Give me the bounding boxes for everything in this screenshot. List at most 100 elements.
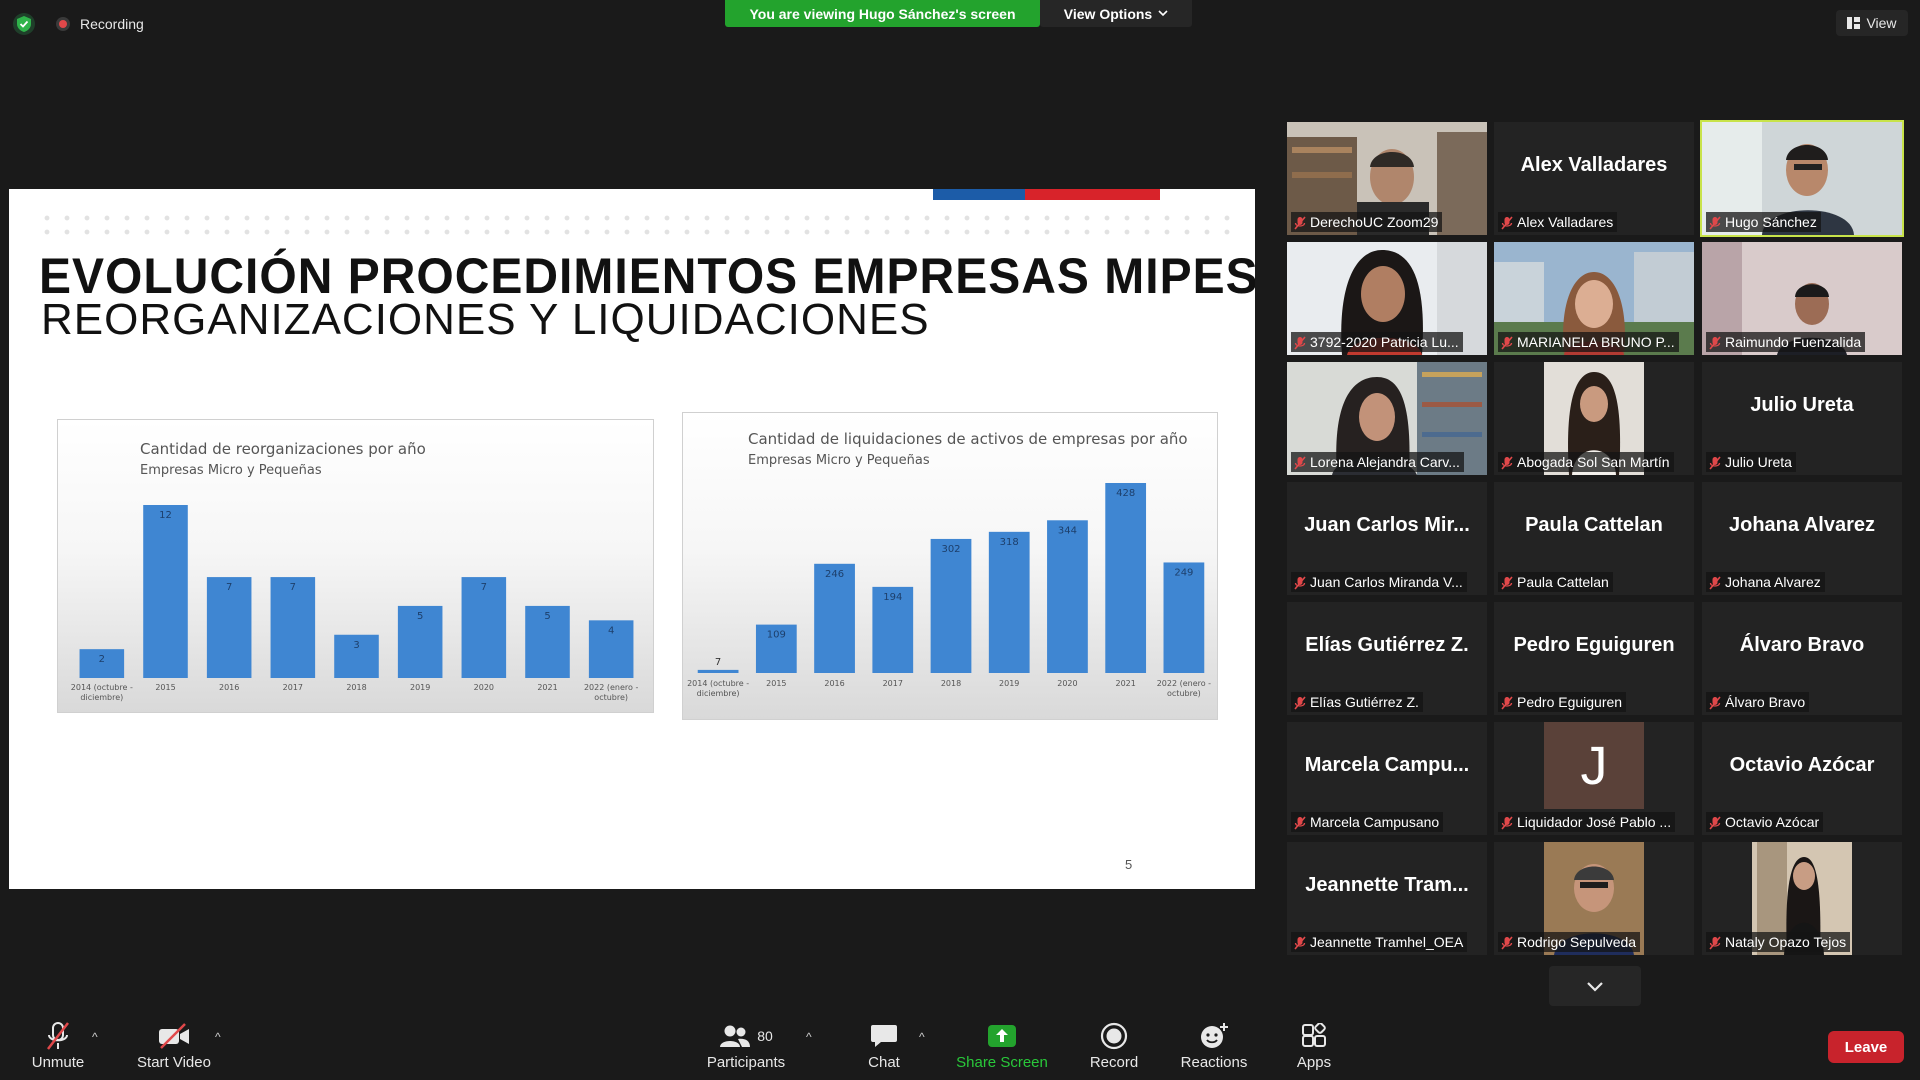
start-video-button[interactable]: Start Video: [132, 1018, 216, 1071]
chat-bubble-icon: [871, 1025, 897, 1047]
record-icon: [1100, 1022, 1128, 1050]
audio-options-caret-icon[interactable]: ^: [92, 1030, 98, 1044]
decorative-dot-pattern: [37, 211, 1237, 241]
participant-display-name: Jeannette Tram...: [1305, 874, 1469, 896]
participant-tile[interactable]: Johana Alvarez Johana Alvarez: [1702, 482, 1902, 595]
chevron-down-icon: [1158, 10, 1168, 17]
participant-tile[interactable]: Lorena Alejandra Carv...: [1287, 362, 1487, 475]
participant-display-name: Álvaro Bravo: [1739, 634, 1865, 656]
chat-button[interactable]: Chat: [858, 1018, 910, 1071]
bar-value-label: 4: [608, 625, 614, 636]
participants-options-caret-icon[interactable]: ^: [806, 1030, 812, 1044]
participant-name-label: MARIANELA BRUNO P...: [1498, 332, 1679, 352]
x-tick-label: 2018: [346, 683, 366, 692]
participant-name: DerechoUC Zoom29: [1310, 214, 1439, 230]
participant-tile[interactable]: Elías Gutiérrez Z. Elías Gutiérrez Z.: [1287, 602, 1487, 715]
view-options-button[interactable]: View Options: [1040, 0, 1192, 27]
x-tick-label: 2020: [1057, 679, 1077, 688]
participant-tile[interactable]: Juan Carlos Mir... Juan Carlos Miranda V.…: [1287, 482, 1487, 595]
liquidations-bar-plot: 7 2014 (octubre -diciembre) 109 2015 246 2016…: [687, 483, 1211, 698]
apps-button[interactable]: Apps: [1293, 1018, 1335, 1071]
participant-tile[interactable]: J Liquidador José Pablo ...: [1494, 722, 1694, 835]
participant-name-label: Liquidador José Pablo ...: [1498, 812, 1676, 832]
participant-name-label: Hugo Sánchez: [1706, 212, 1821, 232]
participant-display-name: Octavio Azócar: [1729, 754, 1875, 776]
chart-bar: [930, 538, 972, 673]
share-screen-button[interactable]: Share Screen: [956, 1018, 1048, 1071]
encryption-shield-icon[interactable]: [13, 13, 35, 35]
unmute-button[interactable]: Unmute: [28, 1018, 88, 1071]
bar-value-label: 7: [226, 582, 232, 593]
record-label: Record: [1089, 1054, 1139, 1071]
x-tick-label: 2014 (octubre -diciembre): [71, 683, 133, 702]
participant-tile[interactable]: Octavio Azócar Octavio Azócar: [1702, 722, 1902, 835]
grid-view-icon: [1847, 17, 1861, 29]
participant-tile[interactable]: Álvaro Bravo Álvaro Bravo: [1702, 602, 1902, 715]
participant-tile[interactable]: Hugo Sánchez: [1700, 120, 1904, 237]
microphone-muted-icon: [1501, 215, 1513, 230]
participant-tile[interactable]: Paula Cattelan Paula Cattelan: [1494, 482, 1694, 595]
apps-label: Apps: [1296, 1054, 1332, 1071]
participant-tile[interactable]: Pedro Eguiguren Pedro Eguiguren: [1494, 602, 1694, 715]
participant-name-label: 3792-2020 Patricia Lu...: [1291, 332, 1463, 352]
participant-tile[interactable]: Alex Valladares Alex Valladares: [1494, 122, 1694, 235]
participant-name: MARIANELA BRUNO P...: [1517, 334, 1675, 350]
participants-button[interactable]: 80 Participants: [704, 1018, 788, 1071]
participant-tile[interactable]: Marcela Campu... Marcela Campusano: [1287, 722, 1487, 835]
slide-subtitle: REORGANIZACIONES Y LIQUIDACIONES: [41, 295, 930, 344]
share-screen-label: Share Screen: [956, 1054, 1048, 1071]
view-button[interactable]: View: [1836, 10, 1908, 36]
bar-value-label: 109: [767, 630, 786, 641]
participant-name: Elías Gutiérrez Z.: [1310, 694, 1419, 710]
record-button[interactable]: Record: [1085, 1018, 1143, 1071]
participant-display-name: Elías Gutiérrez Z.: [1305, 634, 1469, 656]
participant-name-label: Paula Cattelan: [1498, 572, 1613, 592]
recording-dot-icon: [56, 17, 70, 31]
participant-name: Nataly Opazo Tejos: [1725, 934, 1847, 950]
chart-bar: [697, 669, 739, 673]
viewing-screen-banner: You are viewing Hugo Sánchez's screen: [725, 0, 1040, 27]
microphone-muted-icon: [1501, 335, 1513, 350]
participant-name: Abogada Sol San Martín: [1517, 454, 1670, 470]
microphone-muted-icon: [1501, 695, 1513, 710]
x-tick-label: 2022 (enero -octubre): [1157, 679, 1211, 698]
microphone-muted-icon: [1709, 815, 1721, 830]
avatar: J: [1544, 722, 1644, 809]
participant-tile[interactable]: DerechoUC Zoom29: [1287, 122, 1487, 235]
microphone-muted-icon: [1294, 695, 1306, 710]
microphone-muted-icon: [1709, 335, 1721, 350]
participant-name-label: Julio Ureta: [1706, 452, 1796, 472]
participant-tile[interactable]: Abogada Sol San Martín: [1494, 362, 1694, 475]
participant-tile[interactable]: Raimundo Fuenzalida: [1702, 242, 1902, 355]
participant-name: Lorena Alejandra Carv...: [1310, 454, 1460, 470]
unmute-label: Unmute: [31, 1054, 85, 1071]
bar-value-label: 344: [1058, 525, 1077, 536]
participant-name: Hugo Sánchez: [1725, 214, 1817, 230]
leave-button[interactable]: Leave: [1828, 1031, 1904, 1063]
participant-name-label: Elías Gutiérrez Z.: [1291, 692, 1423, 712]
participant-name-label: Lorena Alejandra Carv...: [1291, 452, 1464, 472]
participant-tile[interactable]: Julio Ureta Julio Ureta: [1702, 362, 1902, 475]
participant-display-name: Alex Valladares: [1520, 154, 1668, 176]
participant-name-label: Nataly Opazo Tejos: [1706, 932, 1851, 952]
reactions-smiley-icon: [1201, 1023, 1228, 1048]
chat-options-caret-icon[interactable]: ^: [919, 1030, 925, 1044]
start-video-label: Start Video: [137, 1054, 211, 1071]
participant-display-name: Paula Cattelan: [1525, 514, 1663, 536]
microphone-muted-icon: [1709, 455, 1721, 470]
participant-tile[interactable]: Jeannette Tram... Jeannette Tramhel_OEA: [1287, 842, 1487, 955]
microphone-muted-icon: [1501, 575, 1513, 590]
zoom-meeting-window: { "topbar": { "recording_label": "Record…: [0, 0, 1920, 1080]
reactions-button[interactable]: Reactions: [1176, 1018, 1252, 1071]
gallery-next-page-button[interactable]: [1549, 966, 1641, 1006]
video-options-caret-icon[interactable]: ^: [215, 1030, 221, 1044]
participant-tile[interactable]: 3792-2020 Patricia Lu...: [1287, 242, 1487, 355]
recording-indicator[interactable]: Recording: [56, 16, 144, 32]
microphone-muted-icon: [1501, 935, 1513, 950]
participant-tile[interactable]: Nataly Opazo Tejos: [1702, 842, 1902, 955]
participant-tile[interactable]: Rodrigo Sepulveda: [1494, 842, 1694, 955]
participant-tile[interactable]: MARIANELA BRUNO P...: [1494, 242, 1694, 355]
chart-bar: [814, 563, 855, 673]
participant-display-name: Marcela Campu...: [1304, 754, 1470, 776]
participant-display-name: Juan Carlos Mir...: [1304, 514, 1470, 536]
